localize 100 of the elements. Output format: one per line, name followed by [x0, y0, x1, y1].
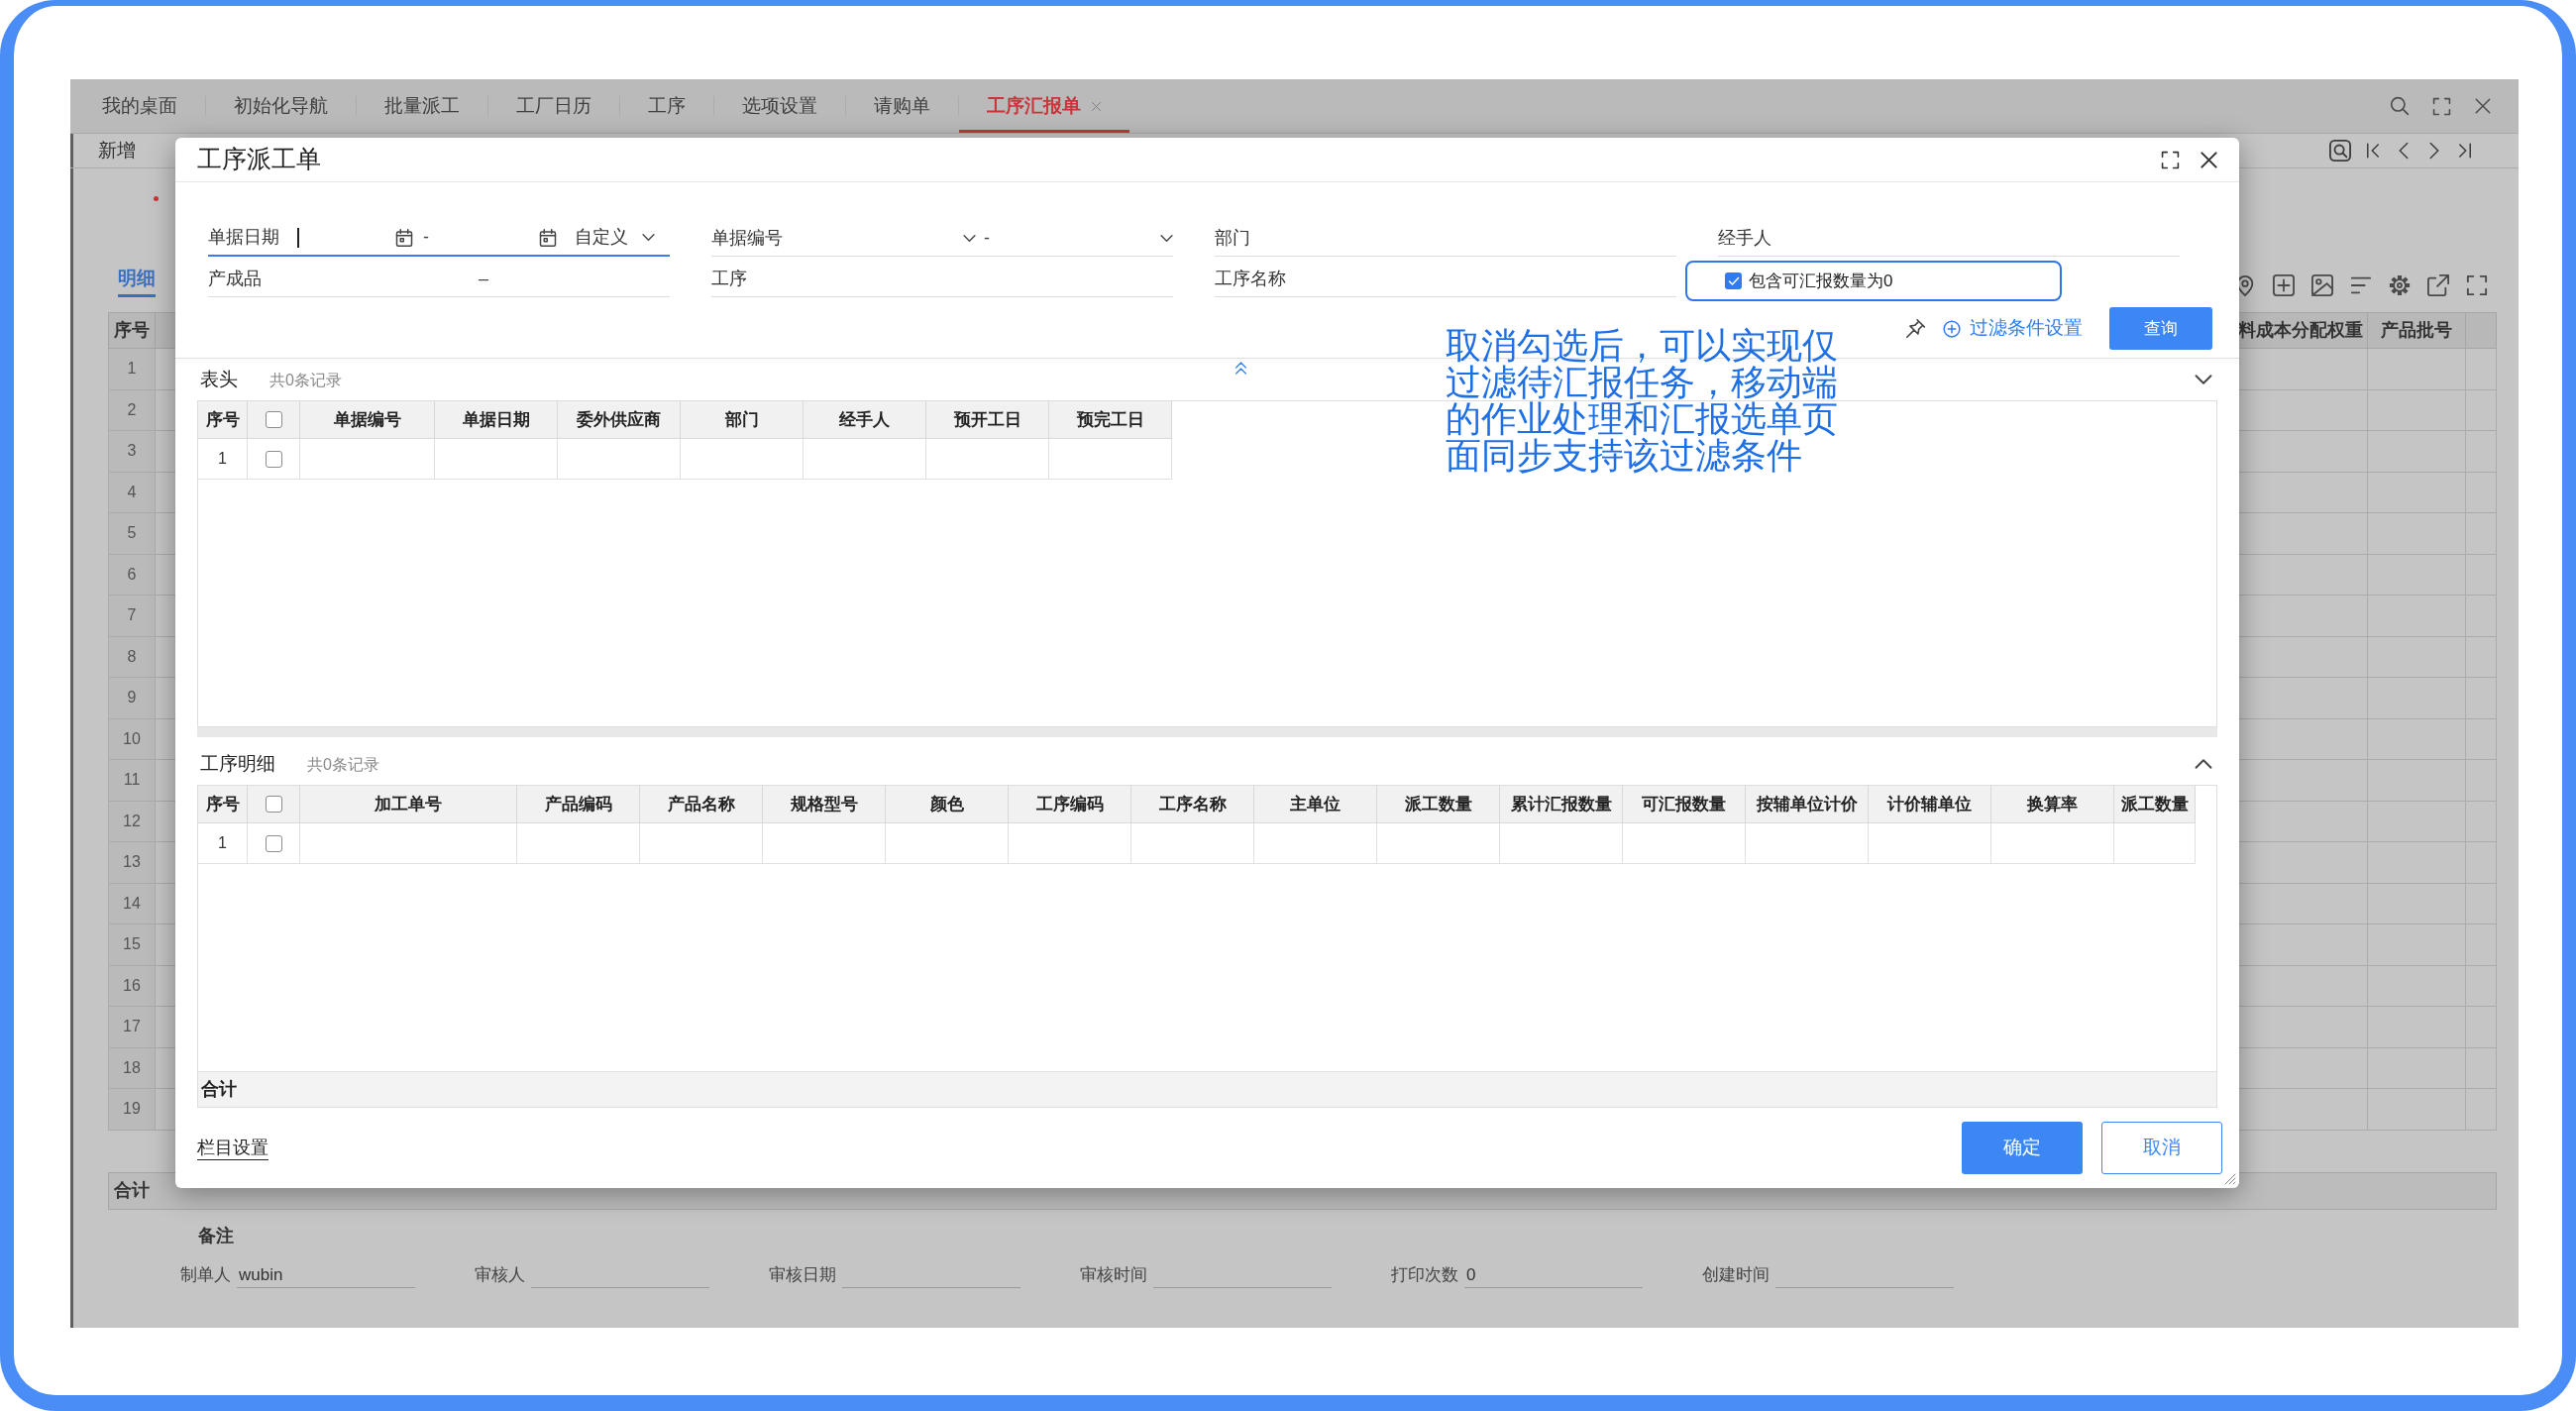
pushpin-icon[interactable] — [1906, 319, 1925, 338]
field-label: 工序名称 — [1215, 267, 1287, 290]
row-number: 5 — [127, 523, 137, 544]
date-preset-select[interactable]: 自定义 — [575, 224, 655, 251]
column-header: 序号 — [205, 408, 240, 431]
column-header: 序号 — [114, 319, 150, 342]
row-number: 8 — [127, 646, 137, 667]
column-header: 产品名称 — [667, 793, 735, 815]
row-number: 19 — [123, 1099, 141, 1120]
column-header: 可汇报数量 — [1642, 793, 1726, 815]
range-separator: - — [983, 226, 991, 250]
list-icon[interactable] — [2350, 274, 2372, 296]
column-header: 规格型号 — [790, 793, 858, 815]
filter-settings-link[interactable]: 过滤条件设置 — [1943, 314, 2083, 343]
resize-grip-icon[interactable] — [2224, 1173, 2236, 1185]
checkbox-label: 包含可汇报数量为0 — [1749, 270, 1893, 292]
close-icon[interactable] — [2200, 150, 2218, 169]
column-header: 预开工日 — [953, 408, 1021, 431]
section-title: 表头 — [200, 367, 238, 391]
row-number: 4 — [127, 482, 137, 502]
filter-field[interactable]: 工序名称 — [1215, 261, 1676, 297]
field-label: 部门 — [1215, 226, 1251, 250]
annotation-text: 取消勾选后，可以实现仅过滤待汇报任务，移动端的作业处理和汇报选单页面同步支持该过滤条件 — [1446, 327, 1839, 474]
filter-field[interactable]: 产成品 – — [208, 261, 670, 297]
record-count: 共0条记录 — [269, 370, 342, 390]
row-number: 3 — [127, 441, 137, 462]
new-button[interactable]: 新增 — [98, 136, 136, 165]
form-field[interactable]: wubin — [237, 1263, 415, 1288]
field-label: 产成品 — [208, 267, 263, 290]
total-label: 合计 — [114, 1179, 150, 1202]
column-header: 产品编码 — [544, 793, 612, 815]
row-number: 15 — [123, 934, 141, 955]
filter-field[interactable]: 经手人 — [1718, 220, 2180, 257]
column-header: 序号 — [205, 793, 240, 815]
image-icon[interactable] — [2311, 274, 2333, 296]
query-button[interactable]: 查询 — [2109, 307, 2212, 350]
double-chevron-up-icon[interactable] — [1234, 362, 1248, 375]
search-icon[interactable] — [2390, 96, 2410, 116]
field-label: 打印次数 — [1391, 1264, 1458, 1286]
confirm-button[interactable]: 确定 — [1962, 1122, 2083, 1174]
range-separator: – — [478, 267, 489, 290]
gear-icon[interactable] — [2389, 274, 2411, 296]
field-label: 制单人 — [180, 1264, 231, 1286]
row-number: 10 — [123, 728, 141, 749]
column-header: 料成本分配权重 — [2238, 319, 2363, 342]
column-header: 委外供应商 — [577, 408, 661, 431]
first-page-icon[interactable] — [2364, 142, 2382, 160]
column-header: 颜色 — [929, 793, 964, 815]
column-header: 按辅单位计价 — [1756, 793, 1858, 815]
row-number: 13 — [123, 852, 141, 873]
row-checkbox[interactable] — [265, 834, 282, 852]
row-number: 17 — [123, 1017, 141, 1037]
filter-field[interactable]: 部门 — [1215, 220, 1676, 257]
filter-field[interactable]: 工序 — [711, 261, 1173, 297]
field-label: 单据编号 — [711, 226, 784, 250]
column-header: 加工单号 — [375, 793, 442, 815]
column-settings-link[interactable]: 栏目设置 — [197, 1136, 268, 1160]
include-zero-checkbox[interactable] — [1725, 272, 1742, 289]
field-label: 单据日期 — [208, 226, 280, 249]
column-header: 预完工日 — [1076, 408, 1144, 431]
form-field[interactable]: 0 — [1464, 1263, 1643, 1288]
row-number: 16 — [123, 975, 141, 996]
calendar-icon[interactable] — [395, 228, 413, 247]
expand-icon[interactable] — [2466, 274, 2488, 296]
plus-circle-icon — [1943, 319, 1961, 338]
search-icon[interactable] — [2329, 140, 2351, 162]
column-header: 单据编号 — [333, 408, 401, 431]
row-number: 18 — [123, 1057, 141, 1078]
tab[interactable]: 我的桌面 — [74, 79, 205, 133]
last-page-icon[interactable] — [2456, 142, 2474, 160]
square-plus-icon[interactable] — [2273, 274, 2295, 296]
check-icon — [1727, 274, 1740, 287]
column-header: 工序编码 — [1035, 793, 1104, 815]
field-label: 审核日期 — [769, 1264, 836, 1286]
cancel-button[interactable]: 取消 — [2101, 1122, 2222, 1174]
row-checkbox[interactable] — [265, 450, 282, 468]
export-icon[interactable] — [2427, 274, 2449, 296]
column-header: 计价辅单位 — [1887, 793, 1972, 815]
tab[interactable]: 工序 — [620, 79, 713, 133]
record-count: 共0条记录 — [307, 754, 379, 775]
detail-tab[interactable]: 明细 — [118, 260, 156, 297]
expand-icon[interactable] — [2161, 150, 2180, 169]
tab[interactable]: 初始化导航 — [206, 79, 356, 133]
tab[interactable]: 请购单 — [846, 79, 958, 133]
column-header: 派工数量 — [2120, 793, 2189, 815]
tab[interactable]: 批量派工 — [357, 79, 487, 133]
column-header: 经手人 — [839, 408, 890, 431]
tab[interactable]: 选项设置 — [714, 79, 845, 133]
section-title: 工序明细 — [200, 751, 275, 776]
column-header: 派工数量 — [1404, 793, 1472, 815]
select-all-checkbox[interactable] — [265, 411, 282, 428]
row-number: 1 — [218, 833, 227, 853]
total-label: 合计 — [201, 1078, 237, 1101]
filter-field[interactable]: 单据日期 - 自定义 — [208, 220, 670, 257]
tab[interactable]: 工厂日历 — [488, 79, 619, 133]
field-label: 审核人 — [475, 1264, 525, 1286]
column-header: 换算率 — [2027, 793, 2078, 815]
calendar-icon[interactable] — [539, 228, 557, 247]
chevron-down-icon — [642, 231, 655, 244]
select-all-checkbox[interactable] — [265, 796, 282, 813]
